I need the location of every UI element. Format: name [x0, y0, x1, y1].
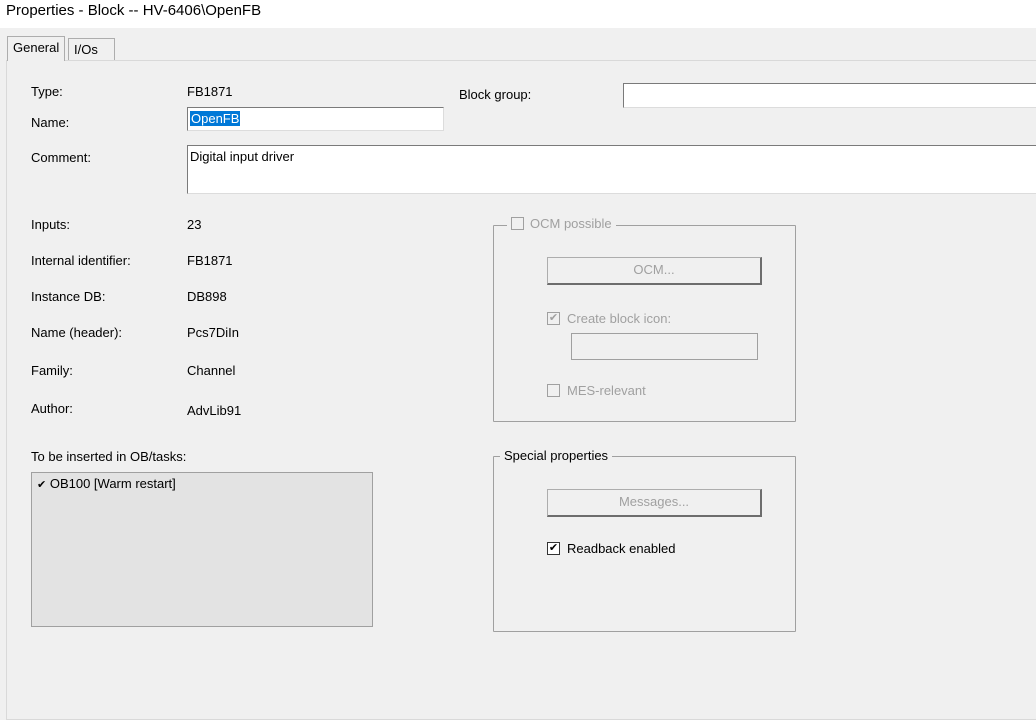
inputs-value: 23	[187, 217, 202, 232]
name-input[interactable]: OpenFB	[187, 107, 444, 131]
block-icon-input[interactable]	[571, 333, 758, 360]
create-block-icon-checkbox[interactable]: ✔ Create block icon:	[547, 311, 671, 326]
create-block-icon-label: Create block icon:	[567, 311, 672, 326]
check-icon: ✔	[547, 312, 560, 325]
check-icon: ✔	[37, 479, 47, 491]
special-properties-title: Special properties	[500, 448, 613, 463]
internal-id-value: FB1871	[187, 253, 233, 268]
author-label: Author:	[31, 401, 73, 416]
comment-textarea[interactable]: Digital input driver	[187, 145, 1036, 194]
internal-id-label: Internal identifier:	[31, 253, 131, 268]
name-value: OpenFB	[190, 111, 241, 126]
readback-enabled-checkbox[interactable]: ✔ Readback enabled	[547, 541, 675, 556]
ocm-possible-label: OCM possible	[530, 216, 612, 231]
instance-db-value: DB898	[187, 289, 227, 304]
ocm-possible-checkbox[interactable]: OCM possible	[507, 216, 616, 231]
name-header-label: Name (header):	[31, 325, 123, 340]
ob-tasks-label: To be inserted in OB/tasks:	[31, 449, 187, 464]
block-group-input[interactable]	[623, 83, 1036, 108]
comment-label: Comment:	[31, 150, 91, 165]
name-label: Name:	[31, 115, 70, 130]
list-item[interactable]: ✔ OB100 [Warm restart]	[37, 476, 176, 491]
messages-button[interactable]: Messages...	[547, 489, 762, 517]
block-group-label: Block group:	[459, 87, 532, 102]
mes-relevant-checkbox[interactable]: MES-relevant	[547, 383, 646, 398]
type-label: Type:	[31, 84, 63, 99]
family-value: Channel	[187, 363, 236, 378]
instance-db-label: Instance DB:	[31, 289, 106, 304]
checkbox-icon	[547, 384, 560, 397]
tab-ios[interactable]: I/Os	[68, 38, 115, 60]
readback-enabled-label: Readback enabled	[567, 541, 676, 556]
inputs-label: Inputs:	[31, 217, 71, 232]
name-header-value: Pcs7DiIn	[187, 325, 240, 340]
title-bar: Properties - Block -- HV-6406\OpenFB	[0, 0, 1036, 28]
mes-relevant-label: MES-relevant	[567, 383, 646, 398]
ob-task-label: OB100 [Warm restart]	[49, 476, 176, 491]
type-value: FB1871	[187, 84, 233, 99]
ocm-button[interactable]: OCM...	[547, 257, 762, 285]
tab-general[interactable]: General	[7, 36, 66, 61]
comment-value: Digital input driver	[190, 149, 295, 164]
ob-tasks-list[interactable]: ✔ OB100 [Warm restart]	[31, 472, 373, 627]
window-title: Properties - Block -- HV-6406\OpenFB	[6, 2, 262, 19]
family-label: Family:	[31, 363, 73, 378]
check-icon: ✔	[547, 542, 560, 555]
checkbox-icon	[511, 217, 524, 230]
author-value: AdvLib91	[187, 403, 242, 418]
